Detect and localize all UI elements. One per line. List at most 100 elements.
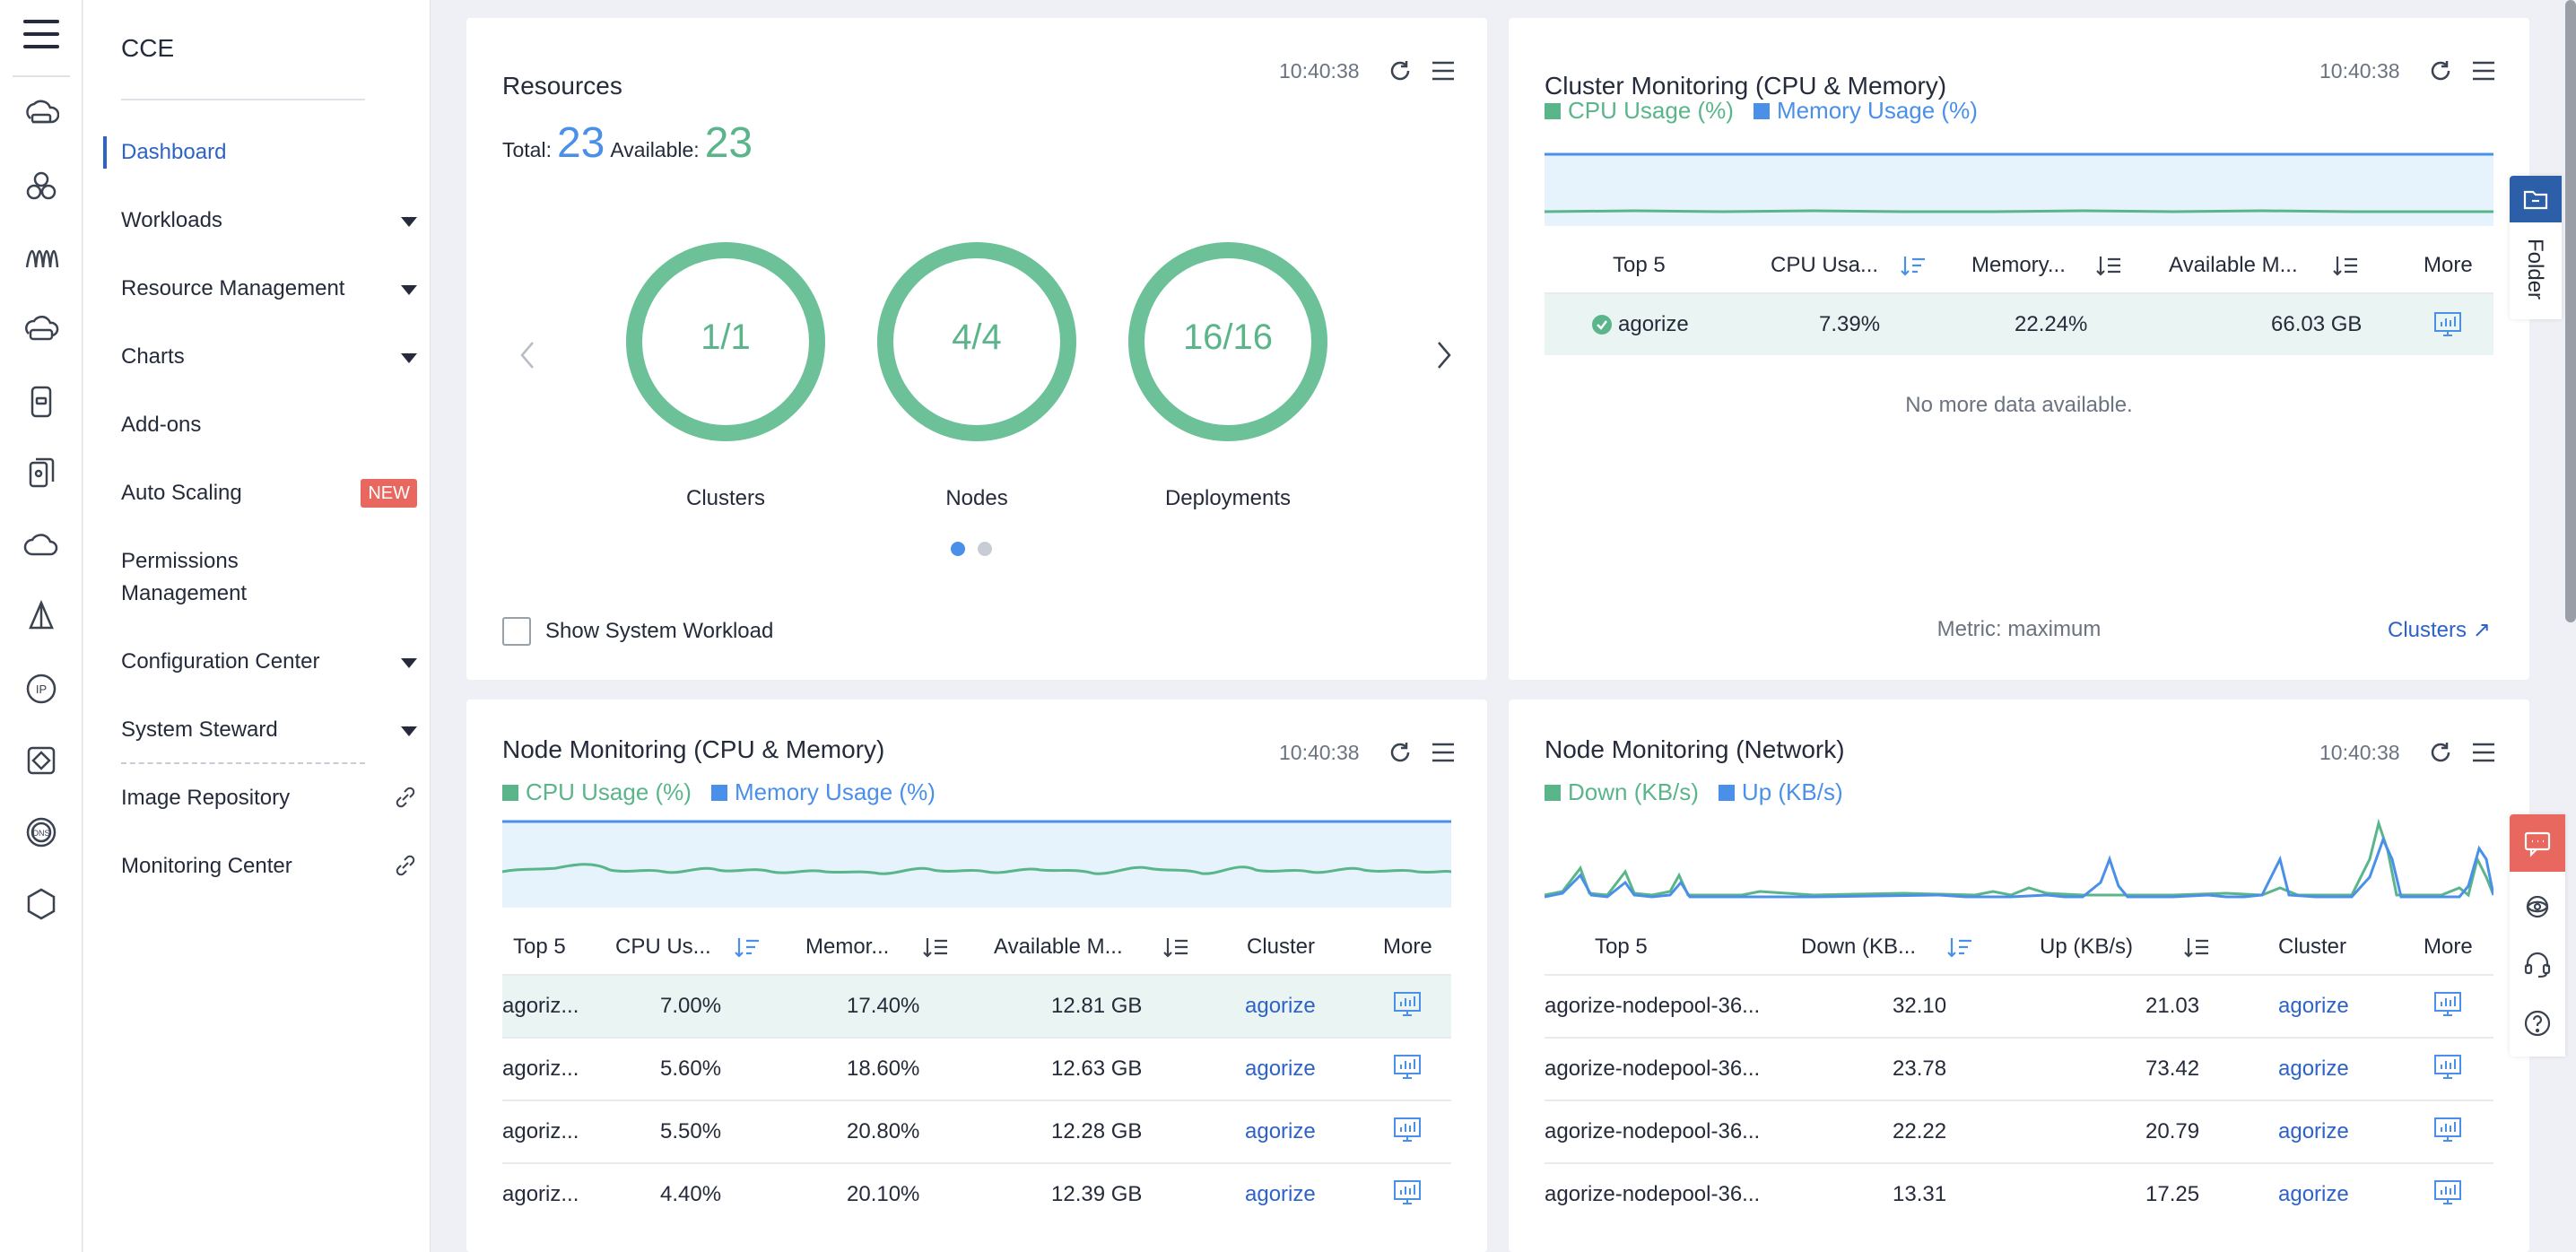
column-header-cpu[interactable]: CPU Usa... — [1771, 253, 1878, 278]
cloud-icon[interactable] — [23, 527, 59, 563]
cluster-link[interactable]: agorize — [1245, 1119, 1316, 1144]
column-header-down[interactable]: Down (KB... — [1801, 935, 1916, 960]
sort-icon[interactable] — [2183, 936, 2210, 960]
legend-swatch — [710, 784, 727, 801]
monitor-chart-icon[interactable] — [2432, 1053, 2463, 1082]
cluster-link[interactable]: agorize — [2278, 1182, 2349, 1207]
sort-desc-icon[interactable] — [1946, 936, 1973, 960]
menu-item-configuration-center[interactable]: Configuration Center — [121, 646, 417, 678]
hexagon-icon[interactable] — [23, 886, 59, 922]
menu-item-workloads[interactable]: Workloads — [121, 204, 417, 237]
monitor-chart-icon[interactable] — [1392, 1178, 1423, 1207]
legend-item-memory[interactable]: Memory Usage (%) — [710, 778, 936, 806]
card-title: Resources — [502, 72, 622, 100]
phone-icon[interactable] — [23, 384, 59, 420]
card-menu-icon[interactable] — [2470, 739, 2497, 766]
menu-item-label: Charts — [121, 344, 185, 369]
monitor-chart-icon[interactable] — [2432, 1116, 2463, 1144]
cluster-link[interactable]: agorize — [1245, 1182, 1316, 1207]
legend-item-memory[interactable]: Memory Usage (%) — [1753, 97, 1978, 125]
external-link-icon — [396, 855, 415, 876]
column-header-up[interactable]: Up (KB/s) — [2040, 935, 2133, 960]
chat-button[interactable] — [2510, 814, 2565, 872]
monitor-chart-icon[interactable] — [1392, 990, 1423, 1019]
cluster-link[interactable]: agorize — [1245, 1056, 1316, 1082]
support-icon[interactable] — [2522, 891, 2553, 922]
sort-desc-icon[interactable] — [734, 936, 761, 960]
service-title: CCE — [121, 34, 175, 62]
headset-icon[interactable] — [2522, 949, 2553, 979]
sail-icon[interactable] — [23, 599, 59, 635]
node-monitoring-network-card: Node Monitoring (Network) 10:40:38 Down … — [1509, 700, 2529, 1252]
refresh-icon[interactable] — [2427, 57, 2454, 84]
page-scrollbar[interactable] — [2565, 0, 2576, 622]
cell-memory: 17.40% — [847, 994, 920, 1018]
sort-icon[interactable] — [2095, 255, 2122, 278]
ip-icon[interactable]: IP — [23, 671, 59, 707]
resources-card: Resources 10:40:38 Total: 23 Available: … — [466, 18, 1487, 680]
diamond-icon[interactable] — [23, 743, 59, 778]
disk-icon[interactable] — [23, 312, 59, 348]
menu-item-label: Image Repository — [121, 786, 291, 810]
monitor-chart-icon[interactable] — [2432, 310, 2463, 339]
cluster-link[interactable]: agorize — [1245, 994, 1316, 1019]
card-menu-icon[interactable] — [1430, 57, 1457, 84]
menu-item-permissions-management[interactable]: Permissions Management — [121, 545, 417, 610]
cluster-icon[interactable] — [23, 169, 59, 204]
cell-memory: 18.60% — [847, 1056, 920, 1081]
icon-rail: IP DNS — [0, 0, 83, 1252]
column-header-available[interactable]: Available M... — [2169, 253, 2298, 278]
refresh-icon[interactable] — [2427, 739, 2454, 766]
cloud-server-icon[interactable] — [23, 97, 60, 133]
sort-desc-icon[interactable] — [1900, 255, 1927, 278]
sort-icon[interactable] — [1162, 936, 1189, 960]
monitor-chart-icon[interactable] — [2432, 990, 2463, 1019]
menu-item-auto-scaling[interactable]: Auto Scaling NEW — [121, 477, 417, 509]
wave-icon[interactable] — [23, 240, 59, 276]
stack-icon[interactable] — [23, 456, 59, 491]
sort-icon[interactable] — [2332, 255, 2359, 278]
card-menu-icon[interactable] — [2470, 57, 2497, 84]
refresh-icon[interactable] — [1387, 739, 1414, 766]
chevron-right-icon[interactable] — [1430, 337, 1457, 373]
menu-item-dashboard[interactable]: Dashboard — [121, 136, 417, 169]
sort-icon[interactable] — [922, 936, 949, 960]
refresh-icon[interactable] — [1387, 57, 1414, 84]
refresh-time: 10:40:38 — [1279, 741, 1360, 764]
menu-item-charts[interactable]: Charts — [121, 341, 417, 373]
menu-item-image-repository[interactable]: Image Repository — [121, 782, 417, 814]
monitor-chart-icon[interactable] — [1392, 1116, 1423, 1144]
card-menu-icon[interactable] — [1430, 739, 1457, 766]
column-header-more: More — [2424, 935, 2473, 959]
clusters-link[interactable]: Clusters ↗ — [2388, 617, 2491, 643]
legend-item-cpu[interactable]: CPU Usage (%) — [502, 778, 692, 806]
cluster-link[interactable]: agorize — [2278, 1056, 2349, 1082]
legend-item-up[interactable]: Up (KB/s) — [1718, 778, 1843, 806]
cluster-link[interactable]: agorize — [2278, 1119, 2349, 1144]
cell-cpu: 7.39% — [1819, 312, 1881, 336]
column-header-memory[interactable]: Memory... — [1971, 253, 2066, 278]
menu-item-resource-management[interactable]: Resource Management — [121, 273, 417, 305]
ring-value: 1/1 — [701, 317, 751, 357]
carousel-dot-active[interactable] — [951, 542, 965, 556]
resource-totals: Total: 23 Available: 23 — [502, 118, 753, 168]
carousel-dot[interactable] — [978, 542, 992, 556]
chevron-left-icon[interactable] — [515, 337, 542, 373]
menu-item-add-ons[interactable]: Add-ons — [121, 409, 417, 441]
show-system-workload-checkbox[interactable] — [502, 617, 531, 646]
menu-icon[interactable] — [23, 20, 59, 52]
legend-item-cpu[interactable]: CPU Usage (%) — [1545, 97, 1734, 125]
cluster-link[interactable]: agorize — [2278, 994, 2349, 1019]
help-icon[interactable] — [2522, 1008, 2553, 1039]
column-header-memory[interactable]: Memor... — [805, 935, 889, 960]
column-header-cpu[interactable]: CPU Us... — [615, 935, 711, 960]
dns-icon[interactable]: DNS — [23, 814, 59, 850]
menu-item-system-steward[interactable]: System Steward — [121, 714, 417, 746]
folder-tab[interactable]: Folder — [2510, 176, 2562, 319]
monitor-chart-icon[interactable] — [2432, 1178, 2463, 1207]
legend-item-down[interactable]: Down (KB/s) — [1545, 778, 1699, 806]
menu-item-monitoring-center[interactable]: Monitoring Center — [121, 850, 417, 882]
ring-label: Deployments — [1164, 486, 1292, 510]
monitor-chart-icon[interactable] — [1392, 1053, 1423, 1082]
column-header-available[interactable]: Available M... — [994, 935, 1123, 960]
